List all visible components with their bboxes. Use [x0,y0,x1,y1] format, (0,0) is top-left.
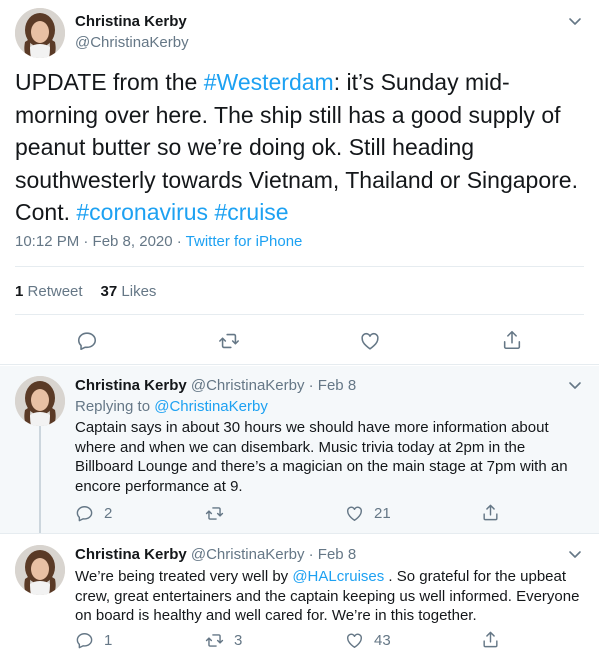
avatar[interactable] [15,376,65,426]
avatar[interactable] [15,545,65,595]
replying-to: Replying to @ChristinaKerby [75,398,268,415]
chevron-down-icon[interactable] [567,377,583,393]
mention-halcruises[interactable]: @HALcruises [292,568,384,585]
reply-icon [75,504,94,523]
avatar-image [15,545,65,595]
hashtag-cruise[interactable]: #cruise [214,199,288,225]
retweet-label: Retweet [27,283,83,300]
thread-line [39,426,41,533]
like-icon[interactable] [359,330,381,352]
retweet-action[interactable]: 3 [205,631,242,650]
like-action[interactable]: 21 [345,504,391,523]
hashtag-coronavirus[interactable]: #coronavirus [76,199,208,225]
like-count: 43 [374,632,391,649]
reply-header: Christina Kerby @ChristinaKerby · Feb 8 [75,546,356,563]
tweet-text: UPDATE from the #Westerdam: it’s Sunday … [15,66,590,229]
reply-action[interactable]: 1 [75,631,112,650]
retweet-icon [205,504,224,523]
timestamp[interactable]: 10:12 PM · Feb 8, 2020 · [15,233,186,250]
avatar[interactable] [15,8,65,58]
reply-count: 2 [104,505,113,522]
avatar-image [15,376,65,426]
retweet-icon[interactable] [218,330,240,352]
chevron-down-icon[interactable] [567,13,583,29]
tweet-meta: 10:12 PM · Feb 8, 2020 · Twitter for iPh… [15,233,302,250]
replying-handle[interactable]: @ChristinaKerby [154,398,268,415]
like-action[interactable]: 43 [345,631,391,650]
retweet-stat[interactable]: 1 Retweet [15,283,83,300]
reply-count: 1 [104,632,113,649]
tweet-text-part: UPDATE from the [15,69,204,95]
like-icon [345,504,364,523]
reply-action[interactable]: 2 [75,504,112,523]
like-label: Likes [121,283,157,300]
avatar-image [15,8,65,58]
main-tweet: Christina Kerby @ChristinaKerby UPDATE f… [0,0,599,365]
share-icon [481,503,500,522]
source-link[interactable]: Twitter for iPhone [186,233,303,250]
author-name[interactable]: Christina Kerby [75,546,187,563]
share-icon [481,630,500,649]
divider [15,314,584,315]
author-handle[interactable]: @ChristinaKerby [75,34,189,51]
like-icon [345,631,364,650]
like-stat[interactable]: 37 Likes [101,283,157,300]
reply-icon [75,631,94,650]
author-handle-date[interactable]: @ChristinaKerby · Feb 8 [191,546,356,563]
divider [15,266,584,267]
like-count: 37 [100,283,118,300]
reply-tweet[interactable]: Christina Kerby @ChristinaKerby · Feb 8 … [0,366,599,534]
reply-text: We’re being treated very well by @HALcru… [75,567,585,626]
retweet-action[interactable] [205,504,234,523]
retweet-count: 1 [15,283,24,300]
reply-text: Captain says in about 30 hours we should… [75,419,568,495]
share-action[interactable] [481,630,500,649]
share-icon[interactable] [501,329,523,351]
share-action[interactable] [481,503,500,522]
replying-prefix: Replying to [75,398,155,415]
author-handle-date[interactable]: @ChristinaKerby · Feb 8 [191,377,356,394]
tweet-stats: 1 Retweet 37 Likes [15,283,156,300]
retweet-count: 3 [234,632,243,649]
author-name[interactable]: Christina Kerby [75,13,187,30]
reply-text-part: We’re being treated very well by [75,568,293,585]
chevron-down-icon[interactable] [567,546,583,562]
hashtag-westerdam[interactable]: #Westerdam [204,69,334,95]
reply-header: Christina Kerby @ChristinaKerby · Feb 8 [75,377,356,394]
reply-icon[interactable] [76,330,98,352]
like-count: 21 [374,505,391,522]
author-name[interactable]: Christina Kerby [75,377,187,394]
reply-tweet[interactable]: Christina Kerby @ChristinaKerby · Feb 8 … [0,535,599,659]
retweet-icon [205,631,224,650]
